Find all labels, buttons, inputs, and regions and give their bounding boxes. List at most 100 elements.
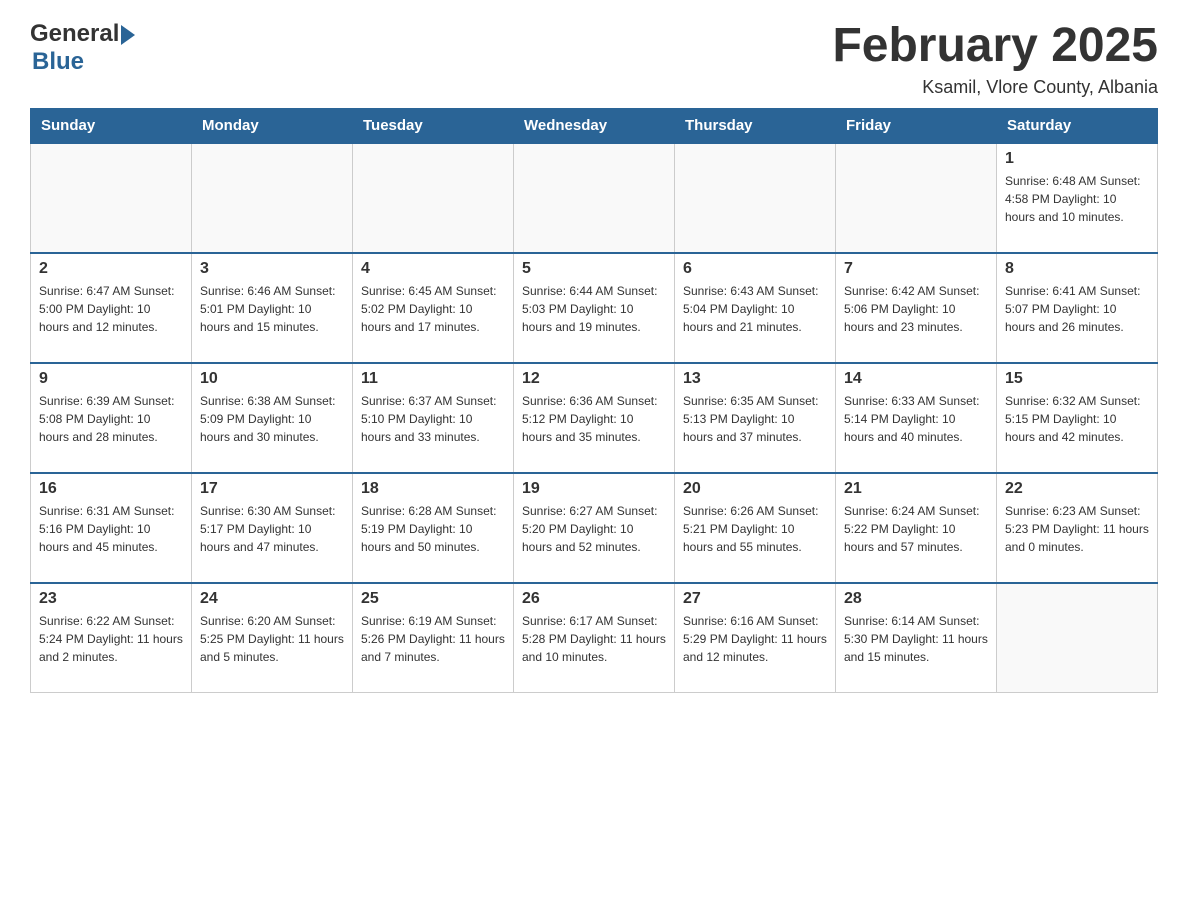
day-sun-info: Sunrise: 6:19 AM Sunset: 5:26 PM Dayligh…	[361, 612, 505, 666]
calendar-week-row: 9Sunrise: 6:39 AM Sunset: 5:08 PM Daylig…	[31, 363, 1158, 473]
day-sun-info: Sunrise: 6:30 AM Sunset: 5:17 PM Dayligh…	[200, 502, 344, 556]
day-of-week-header: Monday	[192, 108, 353, 143]
logo: General Blue	[30, 20, 137, 76]
calendar-cell: 8 Sunrise: 6:41 AM Sunset: 5:07 PM Daylig…	[997, 253, 1158, 363]
day-number: 13	[683, 370, 827, 388]
logo-blue-text: Blue	[32, 48, 84, 76]
day-sun-info: Sunrise: 6:27 AM Sunset: 5:20 PM Dayligh…	[522, 502, 666, 556]
day-sun-info: Sunrise: 6:46 AM Sunset: 5:01 PM Dayligh…	[200, 282, 344, 336]
day-number: 10	[200, 370, 344, 388]
calendar-cell: 17 Sunrise: 6:30 AM Sunset: 5:17 PM Dayli…	[192, 473, 353, 583]
day-sun-info: Sunrise: 6:33 AM Sunset: 5:14 PM Dayligh…	[844, 392, 988, 446]
day-sun-info: Sunrise: 6:28 AM Sunset: 5:19 PM Dayligh…	[361, 502, 505, 556]
logo-general-text: General	[30, 20, 119, 48]
day-of-week-header: Tuesday	[353, 108, 514, 143]
day-number: 18	[361, 480, 505, 498]
calendar-week-row: 2 Sunrise: 6:47 AM Sunset: 5:00 PM Daylig…	[31, 253, 1158, 363]
calendar-cell: 12 Sunrise: 6:36 AM Sunset: 5:12 PM Dayli…	[514, 363, 675, 473]
calendar-cell: 18 Sunrise: 6:28 AM Sunset: 5:19 PM Dayli…	[353, 473, 514, 583]
day-sun-info: Sunrise: 6:22 AM Sunset: 5:24 PM Dayligh…	[39, 612, 183, 666]
calendar-cell: 3 Sunrise: 6:46 AM Sunset: 5:01 PM Daylig…	[192, 253, 353, 363]
day-sun-info: Sunrise: 6:41 AM Sunset: 5:07 PM Dayligh…	[1005, 282, 1149, 336]
day-number: 25	[361, 590, 505, 608]
calendar-cell: 26 Sunrise: 6:17 AM Sunset: 5:28 PM Dayli…	[514, 583, 675, 693]
calendar-title: February 2025	[832, 20, 1158, 73]
day-number: 19	[522, 480, 666, 498]
day-number: 22	[1005, 480, 1149, 498]
day-sun-info: Sunrise: 6:26 AM Sunset: 5:21 PM Dayligh…	[683, 502, 827, 556]
day-number: 17	[200, 480, 344, 498]
day-sun-info: Sunrise: 6:42 AM Sunset: 5:06 PM Dayligh…	[844, 282, 988, 336]
calendar-subtitle: Ksamil, Vlore County, Albania	[832, 77, 1158, 98]
calendar-cell: 14 Sunrise: 6:33 AM Sunset: 5:14 PM Dayli…	[836, 363, 997, 473]
calendar-cell: 2 Sunrise: 6:47 AM Sunset: 5:00 PM Daylig…	[31, 253, 192, 363]
day-sun-info: Sunrise: 6:36 AM Sunset: 5:12 PM Dayligh…	[522, 392, 666, 446]
day-number: 1	[1005, 150, 1149, 168]
calendar-cell: 16Sunrise: 6:31 AM Sunset: 5:16 PM Dayli…	[31, 473, 192, 583]
calendar-cell: 9Sunrise: 6:39 AM Sunset: 5:08 PM Daylig…	[31, 363, 192, 473]
calendar-cell: 24Sunrise: 6:20 AM Sunset: 5:25 PM Dayli…	[192, 583, 353, 693]
day-sun-info: Sunrise: 6:23 AM Sunset: 5:23 PM Dayligh…	[1005, 502, 1149, 556]
calendar-cell: 6 Sunrise: 6:43 AM Sunset: 5:04 PM Daylig…	[675, 253, 836, 363]
day-number: 12	[522, 370, 666, 388]
day-number: 4	[361, 260, 505, 278]
calendar-cell	[31, 143, 192, 253]
calendar-cell: 25 Sunrise: 6:19 AM Sunset: 5:26 PM Dayli…	[353, 583, 514, 693]
calendar-header-row: SundayMondayTuesdayWednesdayThursdayFrid…	[31, 108, 1158, 143]
calendar-cell: 7 Sunrise: 6:42 AM Sunset: 5:06 PM Daylig…	[836, 253, 997, 363]
calendar-cell	[836, 143, 997, 253]
day-sun-info: Sunrise: 6:35 AM Sunset: 5:13 PM Dayligh…	[683, 392, 827, 446]
day-of-week-header: Saturday	[997, 108, 1158, 143]
calendar-week-row: 1 Sunrise: 6:48 AM Sunset: 4:58 PM Daylig…	[31, 143, 1158, 253]
calendar-cell: 1 Sunrise: 6:48 AM Sunset: 4:58 PM Daylig…	[997, 143, 1158, 253]
day-number: 9	[39, 370, 183, 388]
day-number: 26	[522, 590, 666, 608]
day-sun-info: Sunrise: 6:44 AM Sunset: 5:03 PM Dayligh…	[522, 282, 666, 336]
calendar-cell: 28Sunrise: 6:14 AM Sunset: 5:30 PM Dayli…	[836, 583, 997, 693]
day-number: 15	[1005, 370, 1149, 388]
calendar-cell: 20 Sunrise: 6:26 AM Sunset: 5:21 PM Dayli…	[675, 473, 836, 583]
calendar-cell: 11Sunrise: 6:37 AM Sunset: 5:10 PM Dayli…	[353, 363, 514, 473]
day-number: 8	[1005, 260, 1149, 278]
day-number: 20	[683, 480, 827, 498]
calendar-week-row: 16Sunrise: 6:31 AM Sunset: 5:16 PM Dayli…	[31, 473, 1158, 583]
day-sun-info: Sunrise: 6:17 AM Sunset: 5:28 PM Dayligh…	[522, 612, 666, 666]
day-of-week-header: Thursday	[675, 108, 836, 143]
calendar-cell: 13 Sunrise: 6:35 AM Sunset: 5:13 PM Dayli…	[675, 363, 836, 473]
page-header: General Blue February 2025 Ksamil, Vlore…	[30, 20, 1158, 98]
day-number: 6	[683, 260, 827, 278]
day-sun-info: Sunrise: 6:43 AM Sunset: 5:04 PM Dayligh…	[683, 282, 827, 336]
calendar-cell: 5Sunrise: 6:44 AM Sunset: 5:03 PM Daylig…	[514, 253, 675, 363]
day-of-week-header: Sunday	[31, 108, 192, 143]
day-sun-info: Sunrise: 6:47 AM Sunset: 5:00 PM Dayligh…	[39, 282, 183, 336]
logo-arrow-icon	[121, 25, 135, 45]
calendar-cell	[997, 583, 1158, 693]
calendar-cell: 15Sunrise: 6:32 AM Sunset: 5:15 PM Dayli…	[997, 363, 1158, 473]
day-number: 14	[844, 370, 988, 388]
calendar-cell	[192, 143, 353, 253]
title-block: February 2025 Ksamil, Vlore County, Alba…	[832, 20, 1158, 98]
calendar-table: SundayMondayTuesdayWednesdayThursdayFrid…	[30, 108, 1158, 694]
day-of-week-header: Wednesday	[514, 108, 675, 143]
day-number: 27	[683, 590, 827, 608]
calendar-cell: 27 Sunrise: 6:16 AM Sunset: 5:29 PM Dayli…	[675, 583, 836, 693]
day-number: 2	[39, 260, 183, 278]
day-number: 3	[200, 260, 344, 278]
calendar-cell: 23Sunrise: 6:22 AM Sunset: 5:24 PM Dayli…	[31, 583, 192, 693]
calendar-cell	[353, 143, 514, 253]
calendar-cell	[675, 143, 836, 253]
day-sun-info: Sunrise: 6:48 AM Sunset: 4:58 PM Dayligh…	[1005, 172, 1149, 226]
day-sun-info: Sunrise: 6:37 AM Sunset: 5:10 PM Dayligh…	[361, 392, 505, 446]
calendar-cell	[514, 143, 675, 253]
calendar-cell: 4 Sunrise: 6:45 AM Sunset: 5:02 PM Daylig…	[353, 253, 514, 363]
day-sun-info: Sunrise: 6:45 AM Sunset: 5:02 PM Dayligh…	[361, 282, 505, 336]
day-number: 7	[844, 260, 988, 278]
day-sun-info: Sunrise: 6:24 AM Sunset: 5:22 PM Dayligh…	[844, 502, 988, 556]
calendar-cell: 21 Sunrise: 6:24 AM Sunset: 5:22 PM Dayli…	[836, 473, 997, 583]
day-sun-info: Sunrise: 6:38 AM Sunset: 5:09 PM Dayligh…	[200, 392, 344, 446]
day-number: 28	[844, 590, 988, 608]
day-number: 21	[844, 480, 988, 498]
day-number: 16	[39, 480, 183, 498]
day-of-week-header: Friday	[836, 108, 997, 143]
day-sun-info: Sunrise: 6:16 AM Sunset: 5:29 PM Dayligh…	[683, 612, 827, 666]
